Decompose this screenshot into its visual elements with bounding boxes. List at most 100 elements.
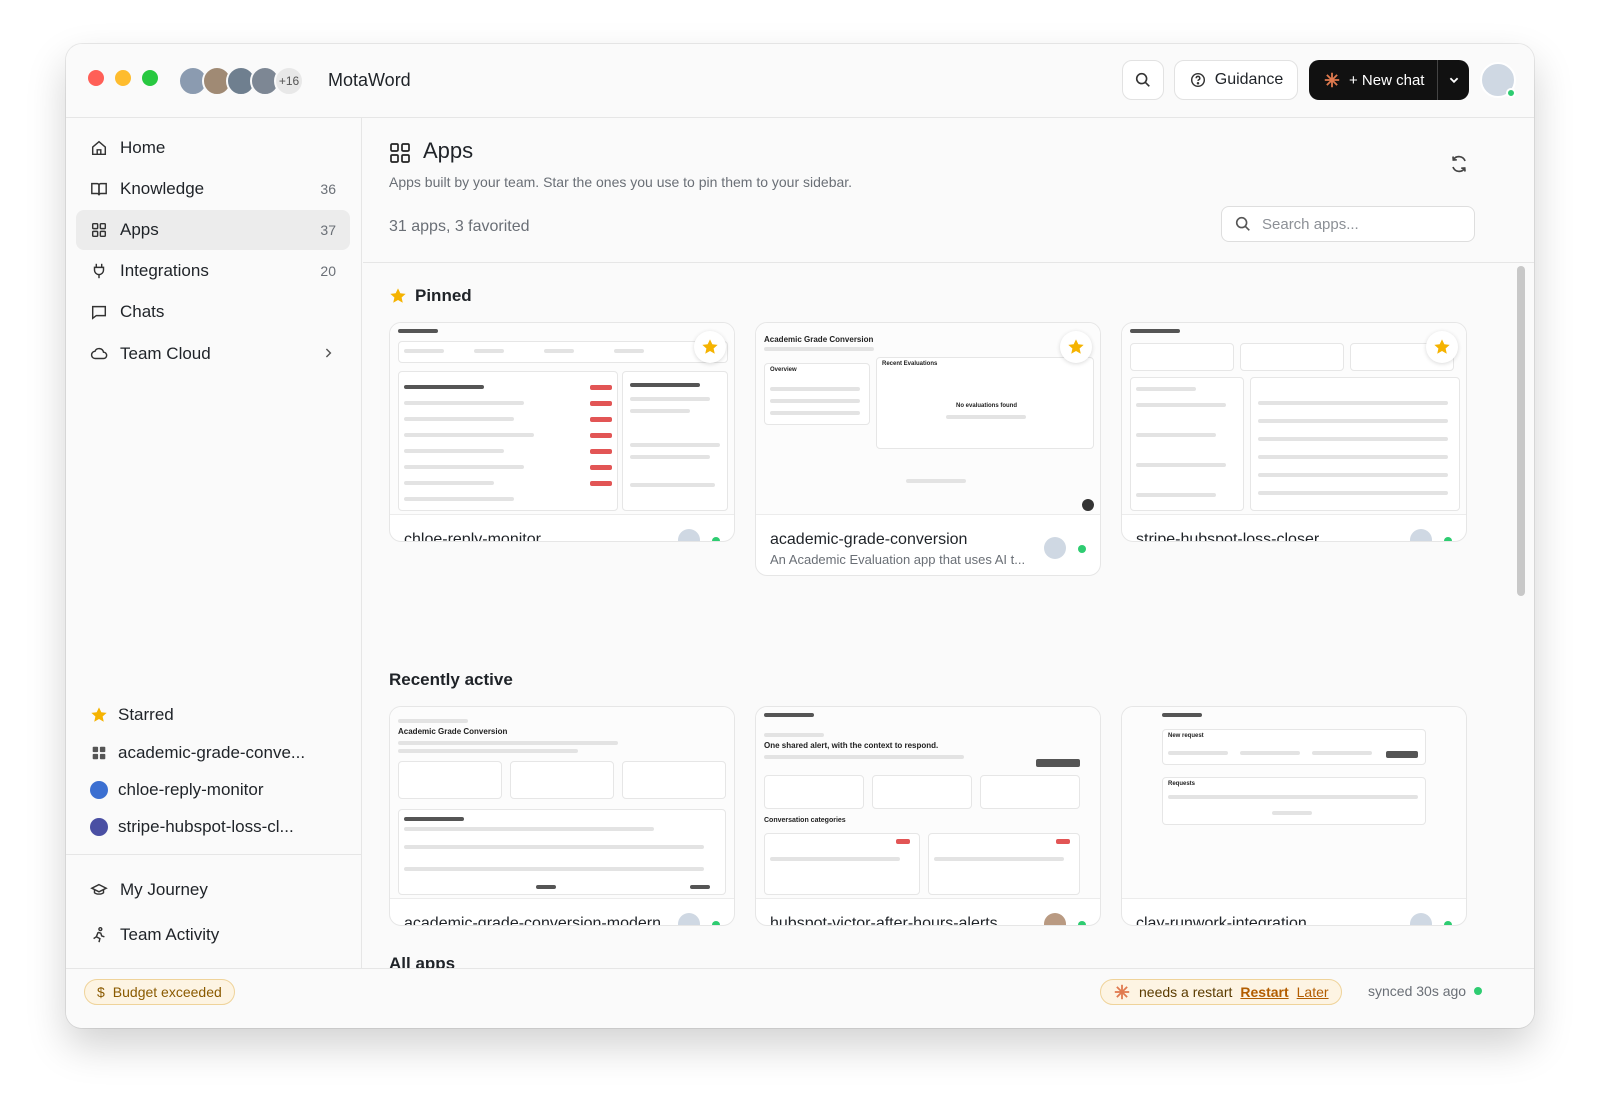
app-card-hubspot-victor-after-hours-alerts[interactable]: One shared alert, with the context to re…: [755, 706, 1101, 926]
status-indicator: [1444, 921, 1452, 925]
sidebar-item-chats[interactable]: Chats: [76, 292, 350, 332]
preview-title: Academic Grade Conversion: [764, 335, 874, 344]
user-avatar[interactable]: [1480, 62, 1516, 98]
app-preview-image: [390, 323, 734, 515]
app-card-title: academic-grade-conversion-modern: [404, 915, 662, 926]
app-card-clay-runwork-integration[interactable]: New request Requests clay-runwork-integr…: [1121, 706, 1467, 926]
app-card-chloe-reply-monitor[interactable]: chloe-reply-monitor: [389, 322, 735, 542]
sidebar-item-team-activity[interactable]: Team Activity: [76, 915, 350, 955]
app-card-title: chloe-reply-monitor: [404, 531, 541, 542]
zoom-window-button[interactable]: [142, 70, 158, 86]
sidebar-item-home[interactable]: Home: [76, 128, 350, 168]
restart-notice: needs a restart Restart Later: [1100, 979, 1342, 1005]
status-indicator: [1444, 537, 1452, 541]
cloud-icon: [90, 345, 108, 363]
avatar: [1410, 529, 1432, 541]
recent-section-title: Recently active: [389, 670, 513, 690]
app-window: +16 MotaWord Guidance + New chat Home Kn…: [66, 44, 1534, 1028]
apps-summary: 31 apps, 3 favorited: [389, 218, 530, 235]
app-card-academic-grade-conversion-modern[interactable]: Academic Grade Conversion academic-grade…: [389, 706, 735, 926]
starred-item-stripe[interactable]: stripe-hubspot-loss-cl...: [90, 812, 294, 842]
preview-recent: Recent Evaluations: [882, 361, 938, 367]
team-avatars[interactable]: +16: [178, 66, 304, 96]
starred-item-chloe[interactable]: chloe-reply-monitor: [90, 775, 264, 805]
app-card-title: hubspot-victor-after-hours-alerts: [770, 915, 998, 926]
unstar-button[interactable]: [1060, 331, 1092, 363]
sync-indicator: [1474, 987, 1483, 995]
minimize-window-button[interactable]: [115, 70, 131, 86]
guidance-button[interactable]: Guidance: [1174, 60, 1298, 100]
sidebar-item-label: Home: [120, 138, 166, 157]
star-icon: [90, 706, 108, 724]
app-preview-image: One shared alert, with the context to re…: [756, 707, 1100, 899]
new-chat-dropdown[interactable]: [1437, 60, 1469, 100]
preview-new-request: New request: [1168, 733, 1204, 739]
section-label: Recently active: [389, 670, 513, 689]
search-apps-input[interactable]: [1262, 215, 1462, 233]
chevron-right-icon[interactable]: [320, 345, 336, 364]
sparkle-icon: [1113, 983, 1131, 1001]
sidebar-item-apps[interactable]: Apps 37: [76, 210, 350, 250]
app-card-academic-grade-conversion[interactable]: Academic Grade Conversion Overview Recen…: [755, 322, 1101, 576]
unstar-button[interactable]: [1426, 331, 1458, 363]
refresh-icon[interactable]: [1449, 154, 1469, 174]
starred-item-academic[interactable]: academic-grade-conve...: [90, 738, 305, 768]
integrations-count: 20: [320, 263, 336, 279]
app-card-stripe-hubspot-loss-closer[interactable]: stripe-hubspot-loss-closer: [1121, 322, 1467, 542]
pinned-section-title: Pinned: [389, 286, 472, 306]
page-title: Apps: [423, 138, 474, 163]
status-indicator: [712, 537, 720, 541]
grid-icon: [90, 221, 108, 239]
preview-categories: Conversation categories: [764, 817, 846, 824]
avatar: [1044, 537, 1066, 559]
plug-icon: [90, 262, 108, 280]
page-subtitle: Apps built by your team. Star the ones y…: [389, 174, 853, 190]
status-indicator: [712, 921, 720, 925]
later-link[interactable]: Later: [1297, 984, 1329, 1000]
chevron-down-icon: [1445, 71, 1463, 89]
avatar: [678, 913, 700, 925]
sparkle-icon: [1323, 71, 1341, 89]
sidebar-item-integrations[interactable]: Integrations 20: [76, 251, 350, 291]
workspace-name: MotaWord: [328, 70, 411, 90]
scrollbar[interactable]: [1517, 266, 1525, 596]
close-window-button[interactable]: [88, 70, 104, 86]
sidebar-item-label: My Journey: [120, 880, 208, 899]
grid-icon: [389, 142, 411, 164]
sidebar-item-label: Knowledge: [120, 179, 205, 198]
sidebar-item-label: Integrations: [120, 261, 209, 280]
running-person-icon: [90, 926, 108, 944]
search-apps-field[interactable]: [1221, 206, 1475, 242]
app-preview-image: [1122, 323, 1466, 515]
avatar: [678, 529, 700, 541]
new-chat-button[interactable]: + New chat: [1309, 60, 1437, 100]
budget-exceeded-badge[interactable]: $ Budget exceeded: [84, 979, 235, 1005]
sync-status: synced 30s ago: [1368, 983, 1483, 999]
knowledge-count: 36: [320, 181, 336, 197]
starred-item-label: stripe-hubspot-loss-cl...: [118, 817, 294, 836]
all-apps-section-title: All apps: [389, 954, 455, 968]
starred-item-label: academic-grade-conve...: [118, 743, 306, 762]
preview-title: Academic Grade Conversion: [398, 727, 508, 736]
preview-requests: Requests: [1168, 781, 1196, 787]
app-card-title: stripe-hubspot-loss-closer: [1136, 531, 1320, 542]
restart-link[interactable]: Restart: [1240, 984, 1288, 1000]
search-button[interactable]: [1122, 60, 1164, 100]
search-icon: [1134, 71, 1152, 89]
status-indicator: [1078, 921, 1086, 925]
preview-header: One shared alert, with the context to re…: [764, 741, 939, 750]
chat-icon: [90, 303, 108, 321]
sidebar: Home Knowledge 36 Apps 37 Integrations 2…: [66, 118, 362, 968]
sidebar-item-team-cloud[interactable]: Team Cloud: [76, 334, 350, 374]
status-bar: $ Budget exceeded needs a restart Restar…: [66, 968, 1534, 1028]
unstar-button[interactable]: [694, 331, 726, 363]
budget-label: Budget exceeded: [112, 984, 222, 1000]
sidebar-item-knowledge[interactable]: Knowledge 36: [76, 169, 350, 209]
starred-item-label: chloe-reply-monitor: [118, 780, 264, 799]
main-content: Apps Apps built by your team. Star the o…: [363, 118, 1534, 968]
star-icon: [1433, 338, 1451, 356]
app-preview-image: Academic Grade Conversion Overview Recen…: [756, 323, 1100, 515]
window-controls: [88, 70, 158, 86]
graduation-cap-icon: [90, 881, 108, 899]
sidebar-item-my-journey[interactable]: My Journey: [76, 870, 350, 910]
